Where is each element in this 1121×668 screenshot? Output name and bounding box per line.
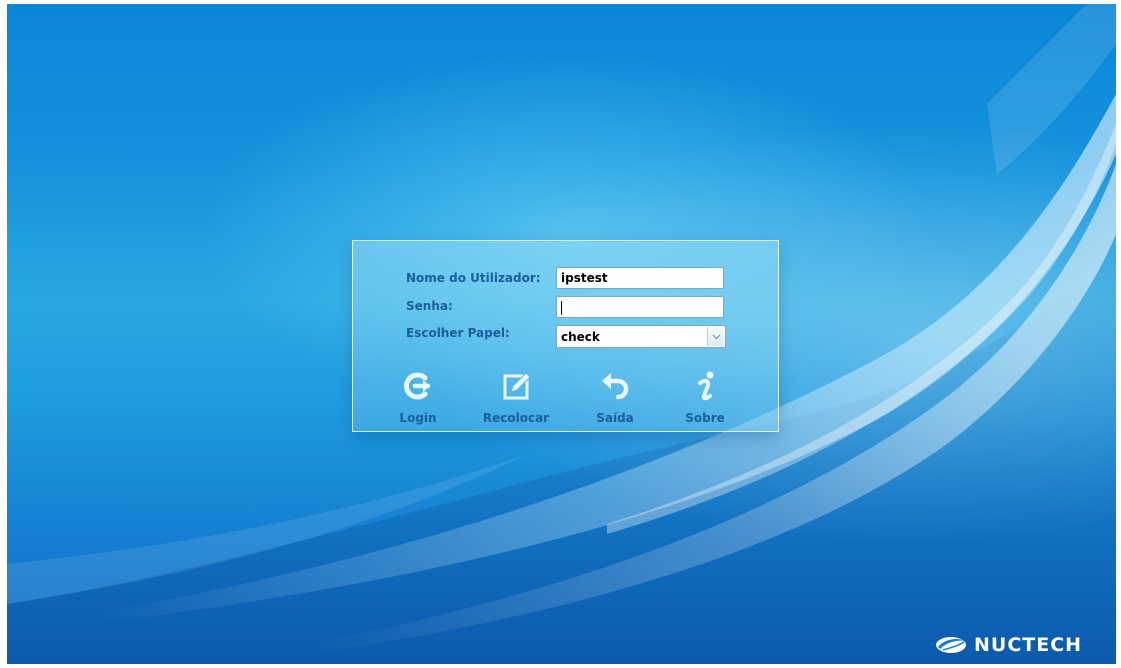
- role-label: Escolher Papel:: [406, 326, 510, 340]
- login-panel: Nome do Utilizador: ipstest Senha: Escol…: [352, 240, 779, 432]
- about-button-label: Sobre: [685, 411, 725, 425]
- login-button[interactable]: Login: [378, 369, 458, 429]
- edit-icon: [503, 372, 531, 400]
- username-field[interactable]: ipstest: [556, 267, 724, 289]
- undo-arrow-icon: [602, 373, 629, 400]
- about-button[interactable]: Sobre: [665, 369, 745, 429]
- role-select[interactable]: check: [556, 325, 726, 348]
- password-field[interactable]: [556, 296, 724, 318]
- info-icon: [698, 371, 714, 401]
- login-arrow-icon: [404, 372, 431, 400]
- password-label: Senha:: [406, 299, 453, 313]
- reset-button-label: Recolocar: [482, 411, 550, 425]
- login-button-label: Login: [399, 411, 437, 425]
- reset-button[interactable]: Recolocar: [476, 369, 556, 429]
- username-label: Nome do Utilizador:: [406, 271, 541, 285]
- chevron-down-icon[interactable]: [707, 327, 724, 346]
- nuctech-logo-icon: [936, 637, 966, 653]
- exit-button-label: Saída: [596, 411, 634, 425]
- role-select-value: check: [561, 330, 600, 344]
- exit-button[interactable]: Saída: [575, 369, 655, 429]
- brand-logo: NUCTECH: [934, 634, 1082, 656]
- desktop-background: Nome do Utilizador: ipstest Senha: Escol…: [7, 4, 1116, 664]
- text-caret: [561, 300, 562, 315]
- brand-name: NUCTECH: [974, 634, 1083, 656]
